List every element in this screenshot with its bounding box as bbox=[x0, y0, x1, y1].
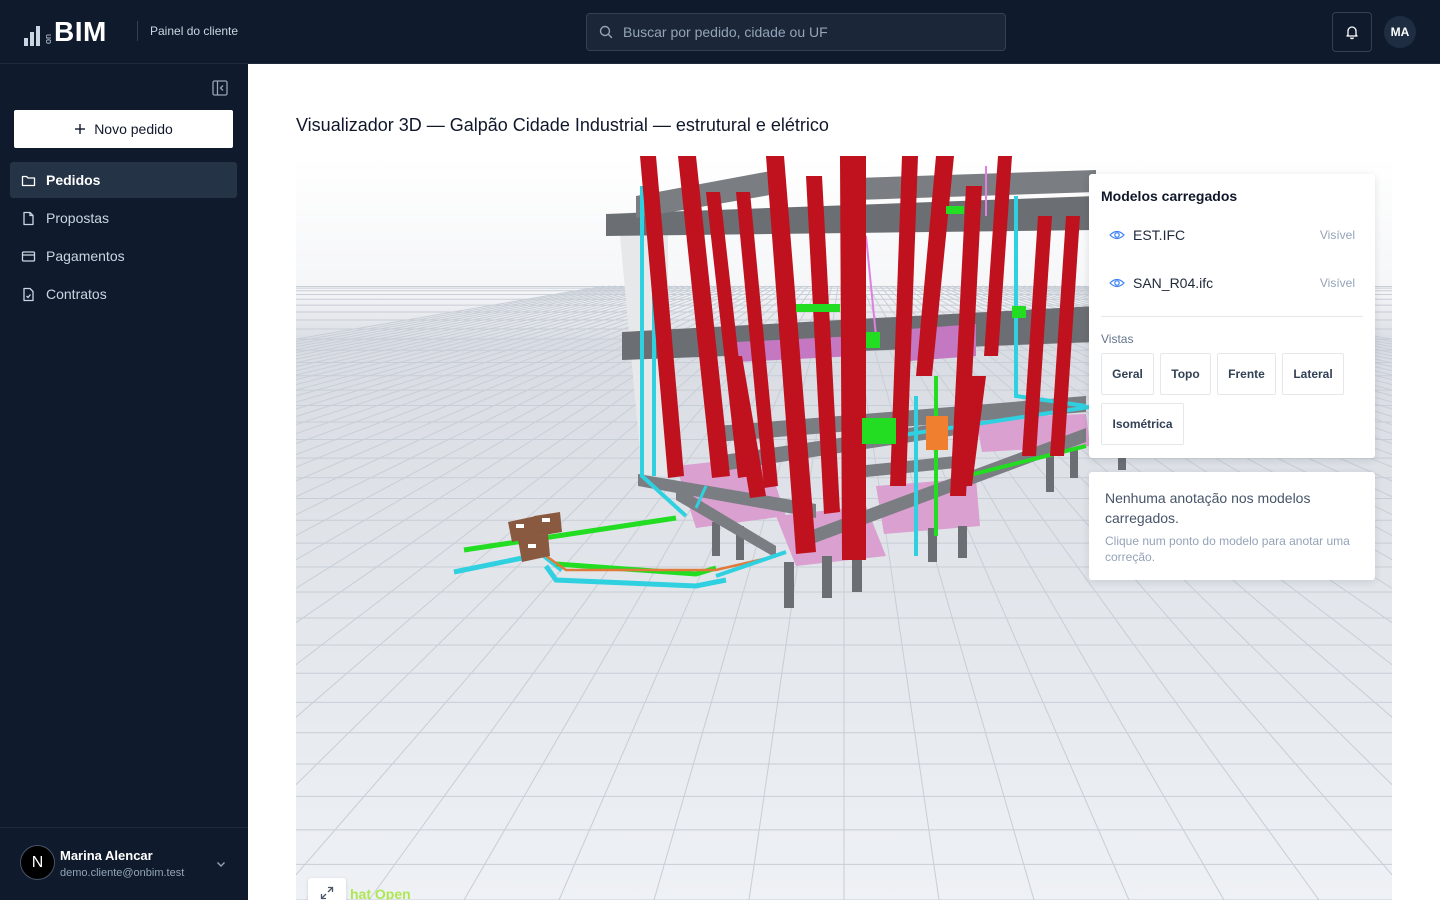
header-divider bbox=[137, 21, 138, 41]
sidebar-item-contratos[interactable]: Contratos bbox=[10, 276, 237, 312]
sidebar-item-pagamentos[interactable]: Pagamentos bbox=[10, 238, 237, 274]
card-icon bbox=[21, 250, 36, 262]
app-logo[interactable]: on BIM bbox=[24, 18, 107, 46]
sidebar-nav: Pedidos Propostas Pagamentos Contratos bbox=[10, 162, 237, 314]
sidebar-item-label: Pedidos bbox=[46, 172, 101, 188]
annotations-empty-message: Nenhuma anotação nos modelos carregados. bbox=[1105, 490, 1311, 526]
models-panel-title: Modelos carregados bbox=[1101, 188, 1238, 204]
logo-text: BIM bbox=[54, 16, 107, 47]
search-box[interactable] bbox=[586, 13, 1006, 51]
views-label: Vistas bbox=[1101, 332, 1134, 346]
sidebar-item-label: Propostas bbox=[46, 210, 110, 226]
expand-icon bbox=[320, 886, 334, 900]
model-name: EST.IFC bbox=[1133, 227, 1186, 243]
header-subtitle: Painel do cliente bbox=[150, 24, 239, 38]
sidebar: Novo pedido Pedidos Propostas Pagamentos bbox=[0, 64, 248, 900]
panel-divider bbox=[1101, 316, 1363, 317]
model-name: SAN_R04.ifc bbox=[1133, 275, 1214, 291]
sidebar-item-label: Pagamentos bbox=[46, 248, 125, 264]
sidebar-item-label: Contratos bbox=[46, 286, 107, 302]
eye-icon[interactable] bbox=[1109, 277, 1125, 289]
fullscreen-button[interactable] bbox=[308, 878, 346, 900]
document-icon bbox=[23, 211, 34, 225]
model-row[interactable]: EST.IFC Visível bbox=[1101, 217, 1363, 253]
annotations-panel: Nenhuma anotação nos modelos carregados.… bbox=[1089, 472, 1375, 580]
user-avatar-top[interactable]: MA bbox=[1384, 16, 1416, 48]
view-button-topo[interactable]: Topo bbox=[1160, 353, 1211, 395]
folder-icon bbox=[21, 175, 36, 186]
sidebar-item-propostas[interactable]: Propostas bbox=[10, 200, 237, 236]
model-row[interactable]: SAN_R04.ifc Visível bbox=[1101, 265, 1363, 301]
sidebar-collapse-icon bbox=[212, 80, 228, 96]
top-bar: on BIM Painel do cliente MA bbox=[0, 0, 1440, 64]
models-panel: Modelos carregados EST.IFC Visível SAN_R… bbox=[1089, 174, 1375, 458]
annotations-hint: Clique num ponto do modelo para anotar u… bbox=[1105, 534, 1350, 564]
new-order-button[interactable]: Novo pedido bbox=[14, 110, 233, 148]
contract-icon bbox=[23, 287, 34, 301]
sidebar-item-pedidos[interactable]: Pedidos bbox=[10, 162, 237, 198]
chevron-down-icon[interactable] bbox=[215, 858, 227, 870]
view-button-geral[interactable]: Geral bbox=[1101, 353, 1154, 395]
collapse-sidebar-button[interactable] bbox=[211, 79, 229, 97]
search-input[interactable] bbox=[623, 24, 983, 40]
model-status: Visível bbox=[1319, 276, 1355, 290]
logo-prefix: on bbox=[43, 33, 53, 44]
user-menu[interactable]: N Marina Alencar demo.cliente@onbim.test bbox=[0, 827, 248, 900]
search-icon bbox=[599, 25, 613, 39]
equipment-orange bbox=[926, 416, 948, 450]
bell-icon bbox=[1346, 26, 1358, 40]
viewer-watermark: hat Open bbox=[350, 886, 411, 900]
new-order-label: Novo pedido bbox=[94, 121, 173, 137]
view-button-lateral[interactable]: Lateral bbox=[1282, 353, 1344, 395]
user-email: demo.cliente@onbim.test bbox=[60, 867, 185, 879]
model-status: Visível bbox=[1319, 228, 1355, 242]
plus-icon bbox=[75, 124, 86, 134]
page-title: Visualizador 3D — Galpão Cidade Industri… bbox=[296, 115, 829, 135]
3d-viewer[interactable]: hat Open Modelos carregados EST.IFC Visí… bbox=[296, 156, 1392, 900]
view-button-frente[interactable]: Frente bbox=[1217, 353, 1276, 395]
user-name: Marina Alencar bbox=[60, 848, 153, 863]
notifications-button[interactable] bbox=[1332, 12, 1372, 52]
eye-icon[interactable] bbox=[1109, 229, 1125, 241]
user-avatar: N bbox=[20, 845, 55, 880]
view-button-isometrica[interactable]: Isométrica bbox=[1101, 403, 1184, 445]
logo-bars-icon bbox=[24, 22, 40, 46]
